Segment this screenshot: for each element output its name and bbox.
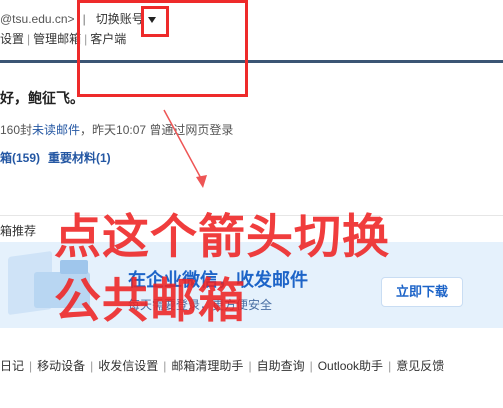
annotation-text-line2: 公共邮箱 [54, 274, 246, 327]
annotation-text-line1: 点这个箭头切换 [54, 210, 390, 263]
